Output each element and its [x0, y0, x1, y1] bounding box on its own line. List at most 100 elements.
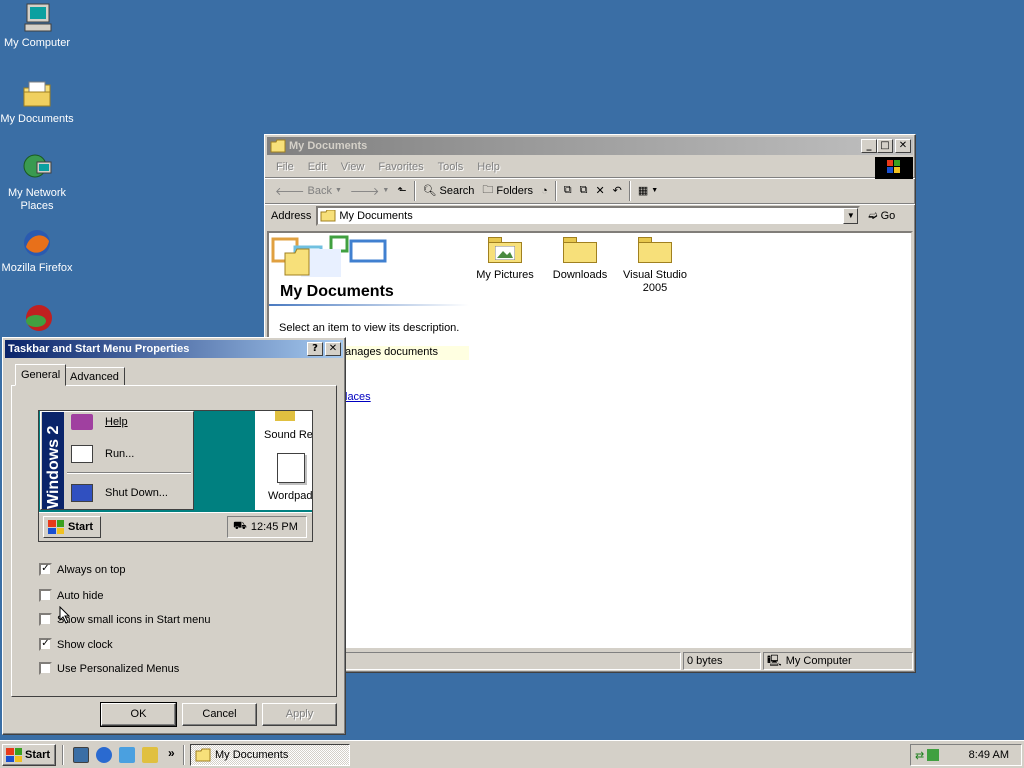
apply-button[interactable]: Apply [262, 703, 337, 726]
option-label: Auto hide [57, 589, 104, 602]
option-always-on-top[interactable]: ✓ Always on top [39, 563, 125, 576]
desktop-icon-app[interactable] [0, 302, 74, 337]
tab-general[interactable]: General [15, 364, 67, 386]
sound-recorder-icon [275, 411, 295, 421]
quick-launch-outlook[interactable] [119, 747, 135, 763]
panel-link[interactable]: laces [345, 391, 371, 403]
menu-file[interactable]: File [269, 161, 301, 173]
checkbox[interactable] [39, 662, 52, 675]
system-tray: ⇄ 8:49 AM [910, 744, 1022, 766]
window-title: My Documents [289, 140, 368, 152]
quick-launch-separator [183, 745, 185, 765]
dialog-titlebar[interactable]: Taskbar and Start Menu Properties ? ✕ [5, 340, 343, 358]
desktop-icon-my-documents[interactable]: My Documents [0, 78, 74, 126]
menu-favorites[interactable]: Favorites [371, 161, 430, 173]
internet-explorer-icon [96, 747, 112, 763]
task-button-my-documents[interactable]: My Documents [190, 744, 350, 766]
preview-start-label: Start [68, 521, 94, 533]
checkbox[interactable] [39, 613, 52, 626]
file-item-downloads[interactable]: Downloads [540, 237, 620, 282]
checkbox[interactable]: ✓ [39, 638, 52, 651]
start-button[interactable]: Start [2, 744, 56, 766]
close-button[interactable]: ✕ [325, 342, 341, 356]
pictures-folder-icon [488, 237, 522, 263]
option-show-clock[interactable]: ✓ Show clock [39, 638, 113, 651]
forward-arrow-icon: 🡒 [349, 185, 380, 198]
undo-button[interactable]: ↶ [609, 180, 626, 202]
desktop-icon-network-places[interactable]: My Network Places [0, 152, 74, 213]
wordpad-icon [277, 453, 305, 483]
file-item-my-pictures[interactable]: My Pictures [465, 237, 545, 282]
status-location-text: My Computer [785, 655, 852, 667]
address-field[interactable]: My Documents ▼ [316, 205, 861, 226]
tray-app-icon[interactable] [927, 749, 940, 761]
checkbox[interactable] [39, 589, 52, 602]
preview-menu-shutdown: Shut Down... [71, 484, 168, 502]
menu-help[interactable]: Help [470, 161, 507, 173]
address-bar: Address My Documents ▼ ➫ Go [265, 203, 915, 227]
menu-view[interactable]: View [334, 161, 372, 173]
computer-icon: 🖳 [767, 655, 782, 667]
mouse-cursor-icon [59, 605, 71, 627]
shutdown-icon [71, 484, 93, 502]
file-item-label: Downloads [552, 269, 608, 281]
desktop-icon-label: My Computer [3, 37, 71, 49]
file-item-visual-studio-2005[interactable]: Visual Studio 2005 [615, 237, 695, 295]
documents-folder-icon [21, 78, 53, 110]
views-button[interactable]: ▦ ▼ [634, 180, 662, 202]
quick-launch-ie[interactable] [96, 747, 112, 763]
folder-icon [270, 139, 286, 153]
up-folder-button[interactable]: ⬑ [393, 180, 410, 202]
file-item-label: My Pictures [476, 269, 534, 281]
quick-launch-desktop[interactable] [73, 747, 89, 763]
history-button[interactable]: ◔ [537, 180, 552, 202]
outlook-express-icon [119, 747, 135, 763]
search-button[interactable]: 🔍︎ Search [419, 180, 479, 202]
task-label: My Documents [215, 749, 289, 761]
help-button[interactable]: ? [307, 342, 323, 356]
maximize-button[interactable]: □ [877, 139, 893, 153]
tab-advanced[interactable]: Advanced [64, 367, 125, 386]
back-button[interactable]: 🡐 Back ▼ [271, 180, 346, 202]
minimize-button[interactable]: _ [861, 139, 877, 153]
computer-icon [21, 2, 53, 34]
option-auto-hide[interactable]: Auto hide [39, 589, 103, 602]
checkbox[interactable]: ✓ [39, 563, 52, 576]
go-button[interactable]: ➫ Go [864, 205, 899, 227]
network-tray-icon[interactable]: ⇄ [915, 749, 924, 762]
folders-label: Folders [496, 184, 534, 197]
desktop-icon-my-computer[interactable]: My Computer [0, 2, 74, 50]
preview-item-label: Wordpad [268, 490, 313, 502]
chevron-down-icon: ▼ [334, 187, 342, 194]
quick-launch-chevron[interactable]: » [168, 746, 175, 760]
chevron-down-icon: ▼ [651, 187, 659, 194]
desktop-icon-firefox[interactable]: Mozilla Firefox [0, 227, 74, 275]
quick-launch-separator [62, 745, 64, 765]
speaker-icon: ⛟ [233, 520, 247, 532]
explorer-titlebar[interactable]: My Documents _ □ ✕ [267, 137, 913, 155]
go-label: Go [880, 209, 896, 222]
firefox-icon [21, 227, 53, 259]
ok-button[interactable]: OK [100, 702, 177, 727]
cancel-button[interactable]: Cancel [182, 703, 257, 726]
menu-tools[interactable]: Tools [431, 161, 471, 173]
folder-icon [320, 209, 336, 221]
tray-clock[interactable]: 8:49 AM [969, 749, 1009, 761]
history-icon: ◔ [541, 184, 548, 197]
option-label: Show small icons in Start menu [57, 613, 211, 626]
option-personalized-menus[interactable]: Use Personalized Menus [39, 662, 179, 675]
delete-button[interactable]: ✕ [591, 180, 608, 202]
address-dropdown-button[interactable]: ▼ [843, 207, 859, 224]
menu-edit[interactable]: Edit [301, 161, 334, 173]
panel-title: My Documents [280, 283, 394, 300]
close-button[interactable]: ✕ [895, 139, 911, 153]
preview-start-button: Start [43, 516, 101, 538]
address-value: My Documents [339, 209, 413, 222]
move-to-button[interactable]: ⧉ [560, 180, 576, 202]
forward-button[interactable]: 🡒 ▼ [346, 180, 393, 202]
option-label: Use Personalized Menus [57, 662, 180, 675]
folders-button[interactable]: 🗀 Folders [478, 180, 537, 202]
copy-to-button[interactable]: ⧉ [576, 180, 592, 202]
quick-launch-media[interactable] [142, 747, 158, 763]
taskbar-properties-dialog: Taskbar and Start Menu Properties ? ✕ Ge… [2, 337, 346, 735]
